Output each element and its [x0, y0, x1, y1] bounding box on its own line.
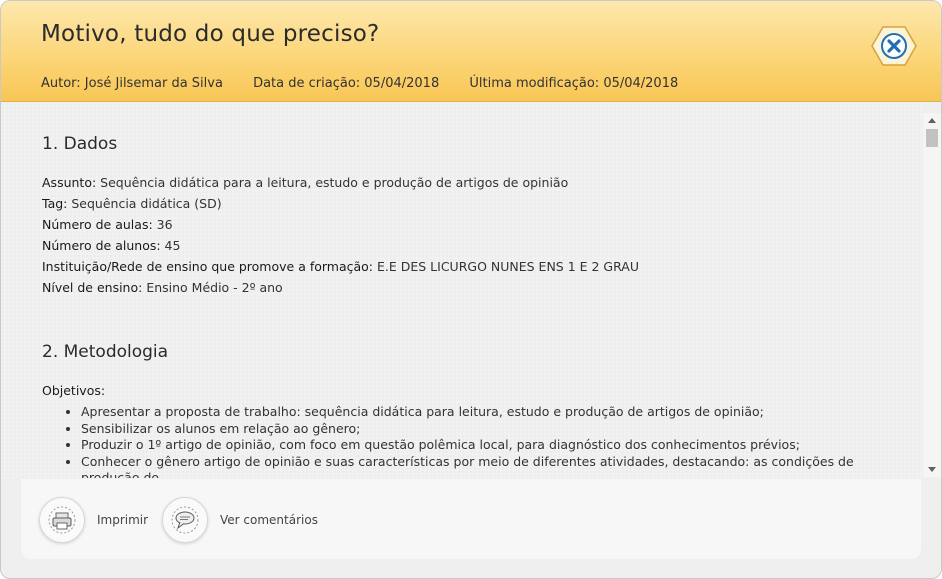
- scroll-thumb[interactable]: [926, 129, 938, 147]
- field-label: Instituição/Rede de ensino que promove a…: [42, 259, 374, 274]
- print-label: Imprimir: [97, 513, 149, 527]
- section-dados-title: 1. Dados: [42, 134, 118, 154]
- meta-info: Autor: José Jilsemar da Silva Data de cr…: [41, 76, 704, 91]
- view-comments-button[interactable]: Ver comentários: [162, 497, 318, 543]
- scroll-up-icon[interactable]: [928, 118, 936, 123]
- list-item: Sensibilizar os alunos em relação ao gên…: [81, 421, 911, 438]
- field-value: E.E DES LICURGO NUNES ENS 1 E 2 GRAU: [373, 259, 639, 274]
- list-item: Produzir o 1º artigo de opinião, com foc…: [81, 437, 911, 454]
- modal-footer: Imprimir Ver comentários: [21, 479, 921, 559]
- field-label: Nível de ensino:: [42, 280, 143, 295]
- section-metodologia-title: 2. Metodologia: [42, 342, 169, 362]
- author-label: Autor: José Jilsemar da Silva: [41, 76, 223, 91]
- list-item: Apresentar a proposta de trabalho: sequê…: [81, 404, 911, 421]
- field-value: Sequência didática para a leitura, estud…: [96, 175, 569, 190]
- field-instituicao: Instituição/Rede de ensino que promove a…: [42, 259, 639, 274]
- field-label: Assunto:: [42, 175, 97, 190]
- scroll-down-icon[interactable]: [928, 467, 936, 472]
- printer-icon: [39, 497, 85, 543]
- field-value: 36: [152, 217, 173, 232]
- page-title: Motivo, tudo do que preciso?: [41, 21, 380, 47]
- field-value: Sequência didática (SD): [67, 196, 222, 211]
- plan-modal: Motivo, tudo do que preciso? Autor: José…: [0, 0, 942, 579]
- field-label: Número de aulas:: [42, 217, 153, 232]
- field-nivel-ensino: Nível de ensino: Ensino Médio - 2º ano: [42, 280, 283, 295]
- field-tag: Tag: Sequência didática (SD): [42, 196, 222, 211]
- modified-date: Última modificação: 05/04/2018: [469, 76, 679, 91]
- field-numero-aulas: Número de aulas: 36: [42, 217, 173, 232]
- objectives-list: Apresentar a proposta de trabalho: sequê…: [61, 404, 911, 478]
- field-assunto: Assunto: Sequência didática para a leitu…: [42, 175, 568, 190]
- vertical-scrollbar[interactable]: [923, 113, 941, 477]
- print-button[interactable]: Imprimir: [39, 497, 148, 543]
- created-date: Data de criação: 05/04/2018: [253, 76, 440, 91]
- content-area: 1. Dados Assunto: Sequência didática par…: [1, 102, 923, 478]
- view-comments-label: Ver comentários: [220, 513, 318, 527]
- field-numero-alunos: Número de alunos: 45: [42, 238, 180, 253]
- close-icon: [871, 26, 917, 66]
- field-value: 45: [160, 238, 181, 253]
- field-label: Tag:: [42, 196, 68, 211]
- modal-header: Motivo, tudo do que preciso? Autor: José…: [1, 1, 941, 102]
- objectives-label: Objetivos:: [42, 383, 106, 398]
- field-value: Ensino Médio - 2º ano: [142, 280, 283, 295]
- list-item: Conhecer o gênero artigo de opinião e su…: [81, 454, 911, 479]
- speech-bubble-icon: [162, 497, 208, 543]
- field-label: Número de alunos:: [42, 238, 161, 253]
- close-button[interactable]: [871, 25, 917, 67]
